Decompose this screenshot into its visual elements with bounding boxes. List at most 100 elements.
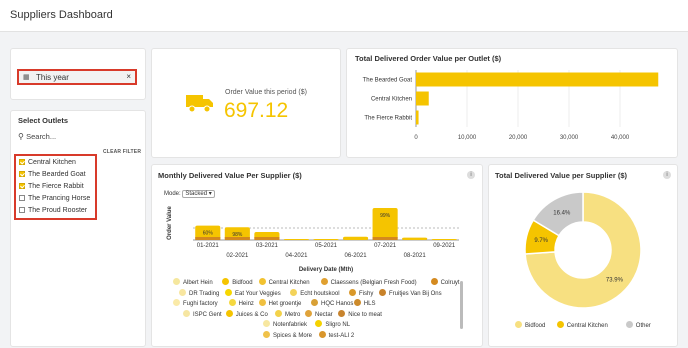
search-input[interactable]: Search... [26, 132, 56, 141]
legend-item[interactable]: Fishy [349, 288, 373, 297]
monthly-bar-segment [372, 237, 398, 240]
legend-item[interactable]: HLS [353, 299, 376, 307]
legend-item[interactable]: DR Trading [179, 288, 219, 297]
legend-label: Colruyt [440, 280, 460, 286]
legend-item[interactable]: Metro [275, 309, 300, 318]
outlet-checkbox[interactable] [19, 195, 25, 201]
legend-swatch [290, 288, 298, 296]
legend-item[interactable]: Juices & Co [225, 309, 268, 318]
kpi-label: Order Value this period ($) [225, 89, 307, 96]
x-tick-label: 30,000 [560, 135, 579, 141]
legend-item[interactable]: Albert Hein [173, 278, 213, 286]
info-icon[interactable]: i [467, 171, 475, 179]
outlet-checkbox[interactable] [19, 159, 25, 165]
page-title: Suppliers Dashboard [10, 9, 113, 21]
legend-item[interactable]: Spices & More [263, 330, 313, 339]
legend-item[interactable]: Notenfabriek [263, 320, 307, 328]
legend-swatch [305, 309, 312, 317]
outlet-option[interactable]: Central Kitchen [19, 159, 76, 169]
x-tick-label: 06-2021 [345, 253, 368, 259]
monthly-legend: Albert Hein Bidfood Central Kitchen Claesse… [165, 278, 460, 344]
legend-item[interactable]: Nectar [305, 309, 333, 318]
legend-item[interactable]: Nice to meat [338, 309, 382, 318]
outlet-option[interactable]: The Bearded Goat [19, 171, 86, 181]
legend-item[interactable]: Bidfood [515, 321, 545, 329]
legend-item[interactable]: Fughi factory [173, 299, 218, 307]
outlet-search[interactable]: ⚲ Search... [18, 132, 56, 141]
kpi-value: 697.12 [224, 99, 289, 122]
monthly-bar [431, 239, 457, 240]
legend-item[interactable]: Bidfood [222, 278, 253, 286]
legend-item[interactable]: Other [625, 321, 651, 329]
legend-swatch [222, 278, 230, 285]
outlet-checkbox[interactable] [19, 207, 25, 213]
legend-item[interactable]: Sligro NL [315, 320, 350, 328]
outlet-label: The Prancing Horse [28, 195, 91, 202]
truck-icon [185, 92, 215, 119]
legend-label: Nectar [315, 311, 333, 318]
legend-label: HLS [363, 301, 376, 307]
legend-swatch [173, 299, 180, 306]
info-icon[interactable]: i [663, 171, 671, 179]
date-range-picker[interactable]: ▦ This year × [17, 69, 137, 85]
legend-swatch [183, 309, 190, 317]
legend-swatch [179, 288, 186, 296]
legend-scrollbar[interactable] [460, 281, 463, 329]
legend-label: Central Kitchen [268, 280, 310, 286]
outlet-option[interactable]: The Proud Rooster [19, 207, 87, 217]
legend-label: Bidfood [232, 280, 253, 286]
data-label: 99% [380, 213, 391, 219]
legend-item[interactable]: HQC Hanos [311, 299, 353, 307]
legend-swatch [225, 288, 232, 296]
legend-item[interactable]: Heinz [228, 299, 254, 307]
outlet-label: The Fierce Rabbit [28, 183, 84, 190]
legend-item[interactable]: Central Kitchen [556, 321, 608, 329]
legend-item[interactable]: Central Kitchen [258, 278, 310, 286]
outlet-checkbox[interactable] [19, 171, 25, 177]
legend-swatch [556, 321, 564, 328]
x-tick-label: 03-2021 [256, 243, 279, 249]
legend-label: Echt houtskool [300, 290, 340, 297]
legend-label: Juices & Co [235, 311, 268, 318]
legend-item[interactable]: Eat Your Veggies [225, 288, 281, 297]
legend-item[interactable]: Het groentje [258, 299, 301, 307]
mode-value: Stacked [185, 191, 208, 197]
outlet-label: Central Kitchen [28, 159, 76, 166]
outlet-label: The Proud Rooster [28, 207, 88, 214]
legend-item[interactable]: test-ALI 2 [318, 330, 354, 339]
x-axis-label: Delivery Date (Mth) [299, 267, 353, 273]
legend-label: Claessens (Belgian Fresh Food) [330, 280, 417, 286]
clear-filter-link[interactable]: CLEAR FILTER [103, 149, 141, 155]
legend-swatch [353, 299, 361, 306]
y-tick-label: The Bearded Goat [363, 78, 413, 84]
x-tick-label: 20,000 [509, 135, 528, 141]
x-tick-label: 40,000 [611, 135, 630, 141]
y-tick-label: The Fierce Rabbit [364, 116, 412, 122]
outlet-option[interactable]: The Prancing Horse [19, 195, 90, 205]
x-tick-label: 08-2021 [404, 253, 427, 259]
x-tick-label: 04-2021 [285, 253, 308, 259]
legend-label: Fughi factory [183, 301, 218, 307]
legend-item[interactable]: Fruitjes Van Bij Ons [379, 288, 442, 297]
legend-item[interactable]: Colruyt [430, 278, 460, 286]
legend-label: Sligro NL [325, 322, 351, 328]
legend-swatch [379, 288, 386, 296]
monthly-bar [402, 237, 428, 240]
legend-label: Albert Hein [183, 280, 213, 286]
legend-item[interactable]: Claessens (Belgian Fresh Food) [320, 278, 417, 286]
legend-swatch [349, 288, 356, 296]
legend-swatch [315, 320, 323, 327]
outlet-checkbox[interactable] [19, 183, 25, 189]
mode-select[interactable]: Stacked ▾ [182, 190, 215, 198]
legend-label: Spices & More [273, 332, 313, 339]
legend-item[interactable]: ISPC Gent [183, 309, 222, 318]
legend-swatch [173, 278, 180, 285]
legend-swatch [515, 321, 522, 328]
legend-swatch [263, 330, 270, 338]
clear-date-icon[interactable]: × [126, 72, 131, 81]
outlet-chart-title: Total Delivered Order Value per Outlet (… [355, 54, 502, 63]
legend-item[interactable]: Echt houtskool [290, 288, 340, 297]
legend-swatch [338, 309, 346, 317]
outlet-option[interactable]: The Fierce Rabbit [19, 183, 84, 193]
y-tick-label: Central Kitchen [371, 97, 412, 103]
